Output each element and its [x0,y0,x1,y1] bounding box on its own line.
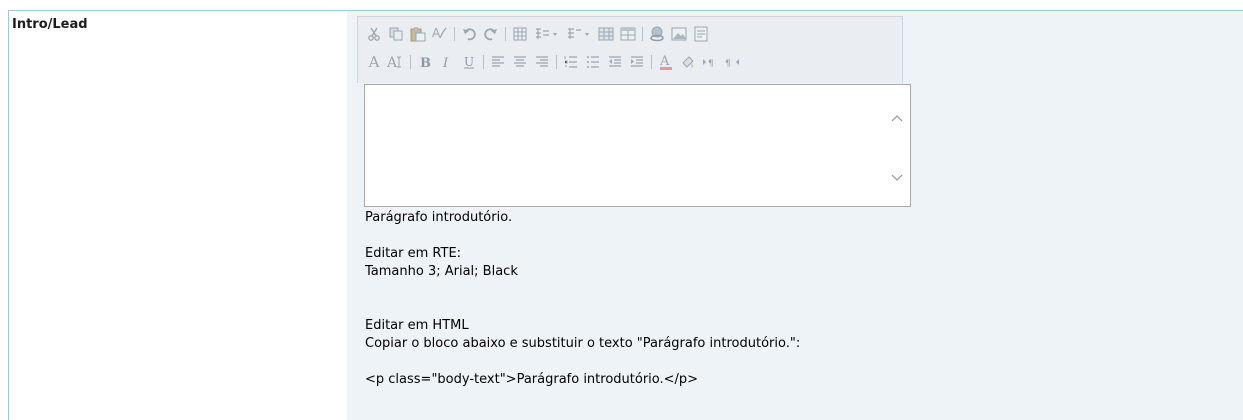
svg-text:¶: ¶ [708,59,714,68]
highlight-icon[interactable] [678,52,698,72]
rtl-icon[interactable]: ¶ [722,52,742,72]
help-line [365,299,800,317]
field-label: Intro/Lead [12,17,88,32]
scroll-down-icon[interactable] [891,171,903,186]
toolbar-separator [483,55,484,69]
toolbar-separator [410,55,411,69]
help-line: <p class="body-text">Parágrafo introdutó… [365,372,699,387]
field-help-text: Parágrafo introdutório. Editar em RTE: T… [365,209,800,389]
outdent-icon[interactable] [605,52,625,72]
rte-editor-area[interactable] [364,84,911,207]
font-color-icon[interactable]: A [656,52,676,72]
toolbar-separator [454,27,455,41]
scroll-up-icon[interactable] [891,111,903,126]
field-value-cell: A A A B I U A ¶ ¶ Parágrafo introdutório… [347,11,1243,420]
svg-text:B: B [420,56,431,69]
toolbar-separator [642,27,643,41]
svg-text:A: A [659,54,670,69]
help-line: Parágrafo introdutório. [365,210,513,225]
help-line: Editar em HTML [365,318,469,333]
field-label-cell: Intro/Lead [9,11,346,420]
help-line [365,227,800,245]
toolbar-row-1: A [364,23,713,45]
svg-text:A: A [432,26,441,40]
paste-icon[interactable] [408,24,428,44]
help-line [365,353,800,371]
help-line: Editar em RTE: [365,246,462,261]
rte-toolbar: A A A B I U A ¶ ¶ [357,16,903,83]
toolbar-separator [556,55,557,69]
ordered-list-icon[interactable] [561,52,581,72]
insert-list-dropdown-icon[interactable] [532,24,562,44]
help-line: Tamanho 3; Arial; Black [365,264,518,279]
copy-icon[interactable] [386,24,406,44]
toolbar-row-2: A A B I U A ¶ ¶ [364,51,744,73]
align-center-icon[interactable] [510,52,530,72]
align-left-icon[interactable] [488,52,508,72]
toolbar-separator [505,27,506,41]
field-row: Intro/Lead A A A B I U A ¶ ¶ Parágrafo i… [8,10,1243,420]
toolbar-separator [651,55,652,69]
font-size-decrease-icon[interactable]: A [386,52,406,72]
unordered-list-icon[interactable] [583,52,603,72]
layout-icon[interactable] [618,24,638,44]
redo-icon[interactable] [481,24,501,44]
template-icon[interactable] [691,24,711,44]
svg-text:¶: ¶ [725,59,731,68]
align-right-icon[interactable] [532,52,552,72]
underline-icon[interactable]: U [459,52,479,72]
bold-icon[interactable]: B [415,52,435,72]
insert-element-dropdown-icon[interactable] [564,24,594,44]
help-line: Copiar o bloco abaixo e substituir o tex… [365,336,801,351]
grid-icon[interactable] [596,24,616,44]
spellcheck-icon[interactable]: A [430,24,450,44]
svg-text:U: U [464,55,474,69]
help-line [365,281,800,299]
ltr-icon[interactable]: ¶ [700,52,720,72]
italic-icon[interactable]: I [437,52,457,72]
link-icon[interactable] [647,24,667,44]
svg-text:A: A [387,55,398,70]
indent-icon[interactable] [627,52,647,72]
undo-icon[interactable] [459,24,479,44]
font-size-increase-icon[interactable]: A [364,52,384,72]
svg-text:I: I [442,56,449,69]
cut-icon[interactable] [364,24,384,44]
image-icon[interactable] [669,24,689,44]
table-icon[interactable] [510,24,530,44]
